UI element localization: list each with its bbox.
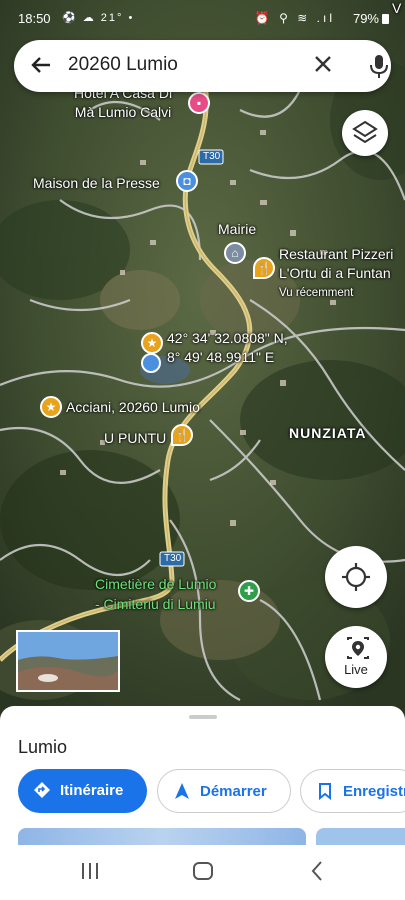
street-view-thumbnail[interactable] <box>16 630 120 692</box>
acciani-label[interactable]: Acciani, 20260 Lumio <box>66 399 200 415</box>
map-view[interactable]: T30 T30 Hôtel A Casa Di Mà Lumio Calvi ▪… <box>0 0 405 720</box>
back-nav-icon[interactable] <box>308 859 326 883</box>
navigation-arrow-icon <box>175 783 189 799</box>
coordinate-longitude: 8° 49' 48.9911" E <box>167 349 275 365</box>
system-navigation-bar <box>0 845 405 900</box>
panorama-image <box>18 632 118 690</box>
cemetery-icon[interactable]: ✚ <box>238 580 260 602</box>
restaurant-icon[interactable]: 🍴 <box>253 257 275 279</box>
layers-icon <box>352 120 378 144</box>
cemetery-label-line1[interactable]: Cimetière de Lumio <box>95 576 216 592</box>
system-icons: ⏰ ⚲ ≋ .ıl <box>254 11 335 25</box>
back-arrow-icon[interactable] <box>28 52 54 78</box>
battery-icon <box>382 14 389 24</box>
drag-handle[interactable] <box>189 715 217 719</box>
search-query[interactable]: 20260 Lumio <box>68 54 178 76</box>
star-pin-icon[interactable]: ★ <box>141 332 163 354</box>
star-pin-icon[interactable]: ★ <box>40 396 62 418</box>
area-label-nunziata: NUNZIATA <box>289 425 367 441</box>
place-title: Lumio <box>18 737 68 757</box>
current-location-dot <box>141 353 161 373</box>
directions-label: Itinéraire <box>60 782 124 799</box>
save-label: Enregistr <box>343 783 405 800</box>
status-time: 18:50 <box>18 11 51 26</box>
save-button[interactable]: Enregistr <box>300 769 405 813</box>
cemetery-label-line2[interactable]: - Cimiteriu di Lumiu <box>95 596 216 612</box>
start-button[interactable]: Démarrer <box>157 769 291 813</box>
upuntu-label[interactable]: U PUNTU <box>104 430 166 446</box>
recently-viewed-label: Vu récemment <box>279 287 354 299</box>
search-bar[interactable]: 20260 Lumio <box>14 40 391 92</box>
home-icon[interactable] <box>192 859 214 883</box>
notification-icons: ⚽ ☁ 21° • <box>62 12 135 24</box>
directions-icon <box>34 782 50 798</box>
maison-presse-label[interactable]: Maison de la Presse <box>33 175 160 191</box>
restaurant-icon[interactable]: 🍴 <box>171 424 193 446</box>
live-label: Live <box>344 662 368 677</box>
crosshair-icon <box>342 563 370 591</box>
my-location-button[interactable] <box>325 546 387 608</box>
city-hall-icon[interactable]: ⌂ <box>224 242 246 264</box>
status-bar: 18:50 ⚽ ☁ 21° • ⏰ ⚲ ≋ .ıl 79% <box>0 0 405 36</box>
recent-apps-icon[interactable] <box>80 859 100 883</box>
microphone-icon[interactable] <box>366 52 392 80</box>
road-label-t30-top: T30 <box>203 151 221 162</box>
layers-button[interactable] <box>342 110 388 156</box>
start-label: Démarrer <box>200 783 267 800</box>
restaurant-label-line2[interactable]: L'Ortu di a Funtan <box>279 265 391 281</box>
close-icon[interactable] <box>310 51 336 81</box>
road-label-t30-bottom: T30 <box>164 553 182 564</box>
hotel-pin-icon[interactable]: ▪ <box>188 92 210 114</box>
directions-button[interactable]: Itinéraire <box>18 769 147 813</box>
battery-percent: 79% <box>352 11 379 26</box>
bookmark-icon <box>319 783 331 800</box>
coordinate-latitude: 42° 34' 32.0808" N, <box>167 330 288 346</box>
live-view-button[interactable]: Live <box>325 626 387 688</box>
mairie-label[interactable]: Mairie <box>218 221 256 237</box>
shopping-bag-icon[interactable]: ◘ <box>176 170 198 192</box>
restaurant-label-line1[interactable]: Restaurant Pizzeri <box>279 246 393 262</box>
